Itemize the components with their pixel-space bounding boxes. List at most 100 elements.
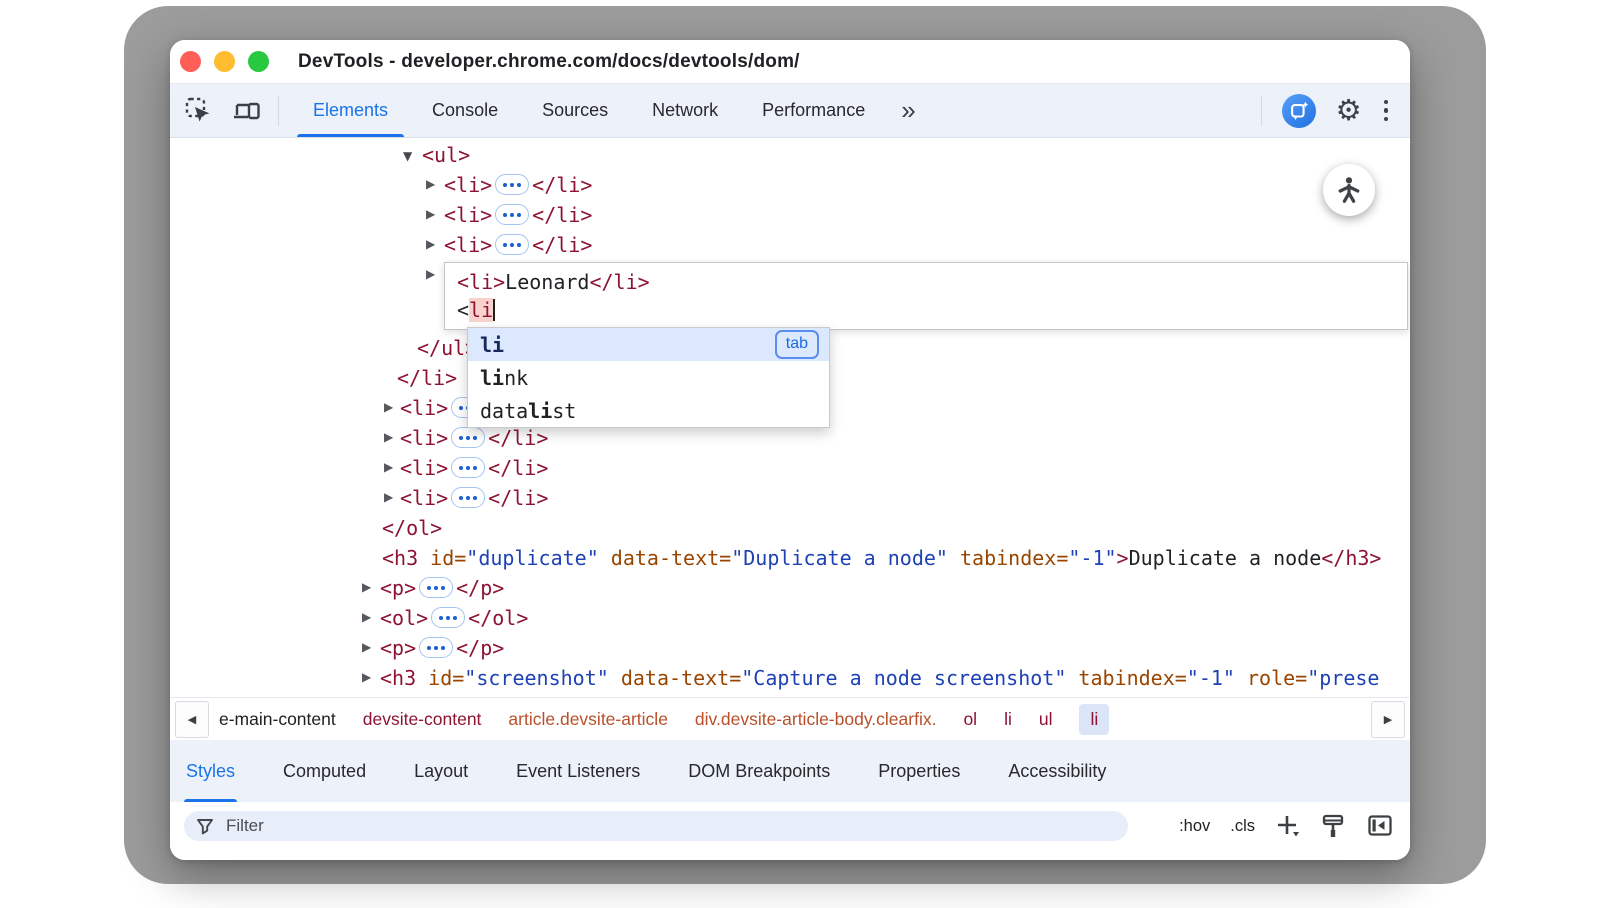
expand-inline-ellipsis-button[interactable] [495,174,529,195]
more-tabs-icon[interactable]: » [887,84,929,137]
tab-console[interactable]: Console [410,84,520,137]
syntax-tag: <li> [400,456,448,480]
tab-layout[interactable]: Layout [412,740,470,802]
syntax-val: "-1" [1187,666,1235,690]
syntax-tag: > [1117,546,1129,570]
autocomplete-item-link[interactable]: link [468,361,829,394]
crumb-ol[interactable]: ol [963,709,977,730]
expand-inline-ellipsis-button[interactable] [419,577,453,598]
expand-arrow-icon[interactable]: ▶ [426,207,435,221]
crumb-li[interactable]: li [1004,709,1012,730]
dom-node-text: <li></li> [400,453,548,483]
tab-properties[interactable]: Properties [876,740,962,802]
syntax-tag: </h3> [1321,546,1381,570]
new-style-rule-plus-icon[interactable] [1275,813,1301,839]
device-toolbar-icon[interactable] [232,96,262,126]
expand-arrow-icon[interactable]: ▶ [384,460,393,474]
expand-arrow-icon[interactable]: ▶ [362,640,371,654]
close-window-button[interactable] [180,51,201,72]
tab-accessibility[interactable]: Accessibility [1006,740,1108,802]
crumb-devsite-content[interactable]: devsite-content [363,709,482,730]
dom-tree-row[interactable]: ▶<p></p> [170,573,1410,603]
settings-gear-icon[interactable]: ⚙ [1336,96,1362,125]
toolbar-divider [1261,96,1262,126]
node-text: Leonard [505,270,589,294]
tab-sources[interactable]: Sources [520,84,630,137]
devtools-window: DevTools - developer.chrome.com/docs/dev… [170,40,1410,860]
accessibility-overlay-button[interactable] [1323,164,1375,216]
syntax-tag: </ol> [468,606,528,630]
tab-network[interactable]: Network [630,84,740,137]
dom-tree-row[interactable]: ▶ <li></li> [170,453,1410,483]
crumb-ul[interactable]: ul [1039,709,1053,730]
expand-arrow-icon[interactable]: ▶ [384,490,393,504]
dom-tree-row[interactable]: <h3 id="duplicate" data-text="Duplicate … [170,543,1410,573]
minimize-window-button[interactable] [214,51,235,72]
node-edit-box[interactable]: <li>Leonard</li> <li [444,262,1408,330]
autocomplete-item-li[interactable]: li tab [468,328,829,361]
inspect-element-icon[interactable] [184,96,214,126]
expand-arrow-icon[interactable]: ▶ [362,610,371,624]
dom-tree-row[interactable]: ▶ <p> </p> [170,633,1410,663]
expand-inline-ellipsis-button[interactable] [495,204,529,225]
dom-tree-row[interactable]: ▶<li></li> [170,483,1410,513]
breadcrumb-scroll-right-button[interactable]: ▶ [1371,701,1405,738]
expand-inline-ellipsis-button[interactable] [451,427,485,448]
toggle-sidebar-panel-icon[interactable] [1367,813,1394,839]
tab-dom-breakpoints[interactable]: DOM Breakpoints [686,740,832,802]
dom-tree-row[interactable]: ▶<li></li> [170,170,1410,200]
expand-arrow-icon[interactable]: ▶ [426,177,435,191]
dom-tree-row[interactable]: </ol> [170,513,1410,543]
dom-tree-row[interactable]: ▶ <h3 id="screenshot" data-text="Capture … [170,663,1410,693]
rendering-paint-icon[interactable] [1321,813,1347,839]
expand-arrow-icon[interactable]: ▶ [384,430,393,444]
dom-tree-row[interactable]: ▶<ol></ol> [170,603,1410,633]
dom-node-text: <li></li> [444,200,592,230]
toggle-hover-state-button[interactable]: :hov [1179,817,1210,836]
breadcrumb-scroll-left-button[interactable]: ◀ [175,701,209,738]
expand-inline-ellipsis-button[interactable] [451,487,485,508]
expand-arrow-icon[interactable]: ▶ [384,400,393,414]
crumb-li-selected[interactable]: li [1079,704,1109,735]
filter-pill[interactable] [184,811,1128,841]
title-bar: DevTools - developer.chrome.com/docs/dev… [170,40,1410,84]
expand-inline-ellipsis-button[interactable] [431,607,465,628]
crumb-article[interactable]: article.devsite-article [508,709,668,730]
panel-tab-strip: Elements Console Sources Network Perform… [291,84,930,137]
syntax-tag: </li> [488,486,548,510]
tab-elements[interactable]: Elements [291,84,410,137]
expand-inline-ellipsis-button[interactable] [495,234,529,255]
dom-tree-row[interactable]: ▶ <li></li> [170,200,1410,230]
breadcrumb-bar: ◀ e-main-content devsite-content article… [170,697,1410,740]
expand-inline-ellipsis-button[interactable] [451,457,485,478]
expand-arrow-icon[interactable]: ▶ [362,580,371,594]
window-title: DevTools - developer.chrome.com/docs/dev… [298,51,800,73]
dom-tree-row[interactable]: ▶<li></li> [170,230,1410,260]
dom-tree-row[interactable] [170,138,1410,140]
tab-styles[interactable]: Styles [184,740,237,802]
zoom-window-button[interactable] [248,51,269,72]
styles-filter-input[interactable] [224,815,1116,837]
syntax-tag: </li> [397,366,457,390]
syntax-tag: <p> [380,636,416,660]
tab-performance[interactable]: Performance [740,84,887,137]
dom-tree-row[interactable]: ▼<ul> [170,140,1410,170]
syntax-tag: </p> [456,636,504,660]
kebab-menu-icon[interactable] [1384,100,1389,122]
expand-arrow-icon[interactable]: ▶ [426,267,435,281]
dom-node-text: <h3 id="screenshot" data-text="Capture a… [380,663,1379,693]
expand-arrow-icon[interactable]: ▶ [426,237,435,251]
syntax-val: "duplicate" [466,546,598,570]
tab-event-listeners[interactable]: Event Listeners [514,740,642,802]
window-bottom-strip [170,850,1410,860]
autocomplete-item-datalist[interactable]: datalist [468,394,829,427]
crumb-e-main-content[interactable]: e-main-content [219,709,336,730]
crumb-div-body[interactable]: div.devsite-article-body.clearfix. [695,709,937,730]
syntax-tag: <h3 [380,666,416,690]
ai-assistance-icon[interactable] [1282,94,1316,128]
tab-computed[interactable]: Computed [281,740,368,802]
collapse-arrow-icon[interactable]: ▼ [403,149,412,163]
expand-inline-ellipsis-button[interactable] [419,637,453,658]
toggle-classes-button[interactable]: .cls [1230,817,1255,836]
expand-arrow-icon[interactable]: ▶ [362,670,371,684]
